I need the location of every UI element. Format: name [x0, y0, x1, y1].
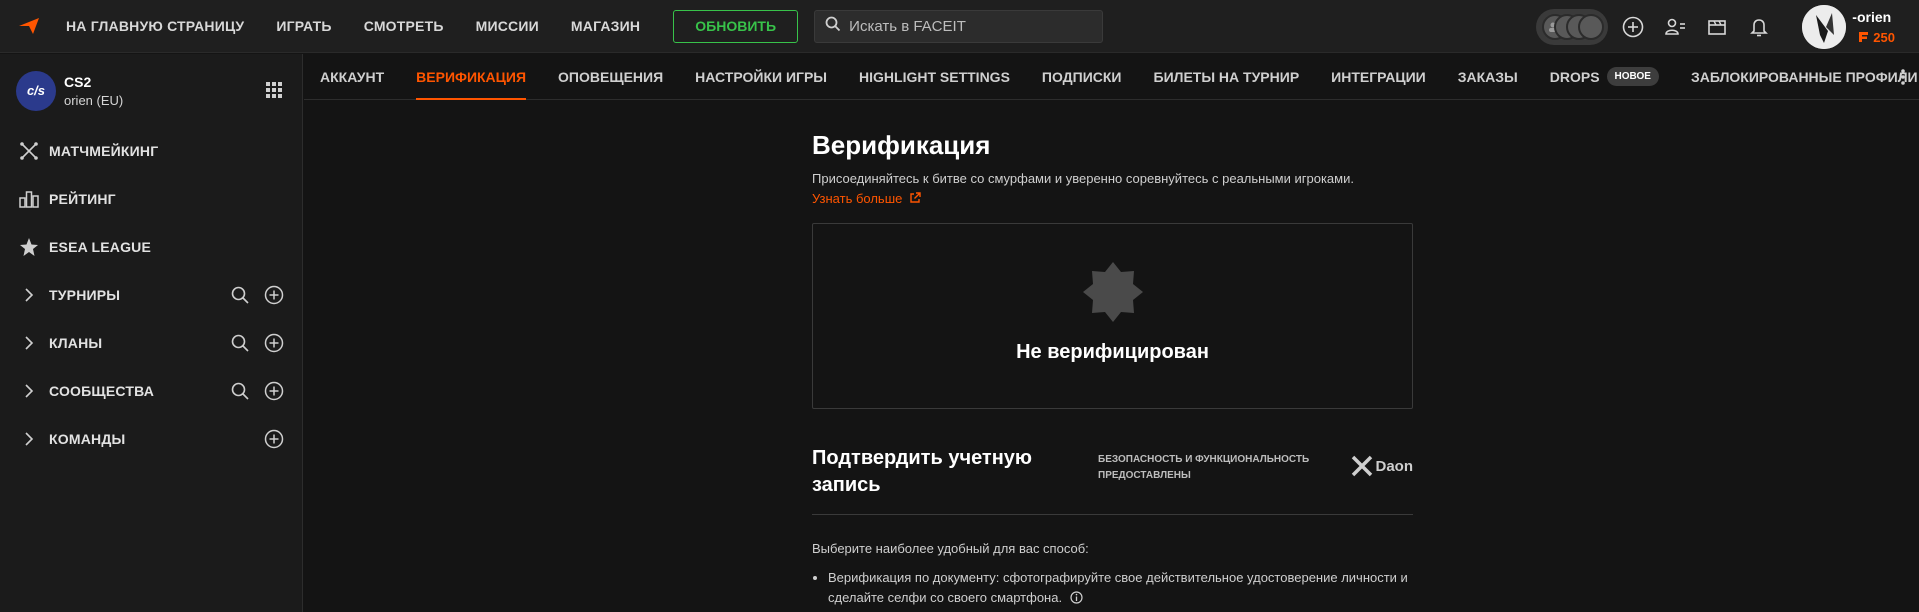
chevron-right-icon — [17, 331, 41, 355]
avatar[interactable] — [1802, 4, 1847, 49]
tab-integrations[interactable]: ИНТЕГРАЦИИ — [1331, 54, 1426, 100]
add-icon[interactable] — [262, 379, 286, 403]
search-input[interactable] — [849, 17, 1090, 35]
tab-orders[interactable]: ЗАКАЗЫ — [1458, 54, 1518, 100]
tab-drops-label: DROPS — [1549, 68, 1600, 85]
bell-icon[interactable] — [1742, 9, 1776, 45]
chevron-right-icon — [17, 427, 41, 451]
sidebar-item-label: ТУРНИРЫ — [49, 287, 121, 303]
page-subtitle: Присоединяйтесь к битве со смурфами и ув… — [812, 169, 1372, 209]
confirm-account-title: Подтвердить учетную запись — [812, 447, 1032, 496]
add-icon[interactable] — [262, 427, 286, 451]
more-vertical-icon[interactable] — [1895, 66, 1911, 88]
list-item: Верификация по документу: сфотографируйт… — [828, 568, 1413, 608]
method-list: Верификация по документу: сфотографируйт… — [812, 568, 1413, 608]
add-icon[interactable] — [1616, 9, 1650, 45]
chevron-right-icon — [17, 283, 41, 307]
points-balance: 250 — [1858, 30, 1895, 45]
learn-more-link[interactable]: Узнать больше — [812, 191, 921, 206]
search-icon — [825, 16, 841, 37]
confirm-account-header: Подтвердить учетную запись БЕЗОПАСНОСТЬ … — [812, 445, 1413, 515]
points-value: 250 — [1873, 29, 1895, 45]
sidebar-item-esea[interactable]: ESEA LEAGUE — [0, 223, 302, 271]
tab-verification[interactable]: ВЕРИФИКАЦИЯ — [416, 54, 526, 100]
verification-status-text: Не верифицирован — [1016, 341, 1209, 363]
apps-grid-icon[interactable] — [266, 82, 282, 103]
sidebar-item-communities[interactable]: СООБЩЕСТВА — [0, 367, 302, 415]
page-title: Верификация — [812, 130, 991, 160]
tab-tournament-tickets[interactable]: БИЛЕТЫ НА ТУРНИР — [1154, 54, 1300, 100]
esea-star-icon — [17, 235, 41, 259]
game-region: orien (EU) — [64, 92, 124, 108]
sidebar-item-matchmaking[interactable]: МАТЧМЕЙКИНГ — [0, 127, 302, 175]
search-icon[interactable] — [228, 331, 252, 355]
sidebar-item-label: СООБЩЕСТВА — [49, 383, 155, 399]
faceit-points-icon — [1859, 32, 1869, 42]
game-name: CS2 — [64, 73, 92, 90]
sidebar-item-tournaments[interactable]: ТУРНИРЫ — [0, 271, 302, 319]
add-icon[interactable] — [262, 283, 286, 307]
subtitle-text: Присоединяйтесь к битве со смурфами и ув… — [812, 171, 1354, 186]
unverified-badge-icon — [1081, 260, 1145, 329]
external-link-icon — [910, 192, 921, 203]
party-slot-icon — [1578, 13, 1605, 40]
party-slots[interactable] — [1536, 8, 1609, 45]
method-document-text: Верификация по документу: сфотографируйт… — [828, 570, 1408, 605]
sidebar-item-label: РЕЙТИНГ — [49, 191, 116, 207]
nav-play-link[interactable]: ИГРАТЬ — [276, 18, 331, 34]
nav-home-link[interactable]: НА ГЛАВНУЮ СТРАНИЦУ — [66, 18, 244, 34]
search-icon[interactable] — [228, 283, 252, 307]
tab-game-settings[interactable]: НАСТРОЙКИ ИГРЫ — [695, 54, 827, 100]
daon-logo: Daon — [1351, 455, 1414, 477]
sidebar: c/s CS2 orien (EU) МАТЧМЕЙКИНГ РЕЙТИНГ E… — [0, 54, 303, 612]
cs2-logo: c/s — [16, 70, 56, 111]
sidebar-item-ranking[interactable]: РЕЙТИНГ — [0, 175, 302, 223]
daon-name: Daon — [1375, 457, 1414, 475]
sidebar-item-teams[interactable]: КОМАНДЫ — [0, 415, 302, 463]
tab-account[interactable]: АККАУНТ — [320, 54, 384, 100]
nav-watch-link[interactable]: СМОТРЕТЬ — [364, 18, 444, 34]
method-intro-text: Выберите наиболее удобный для вас способ… — [812, 541, 1089, 556]
sidebar-item-label: КОМАНДЫ — [49, 431, 126, 447]
settings-tabs: АККАУНТ ВЕРИФИКАЦИЯ ОПОВЕЩЕНИЯ НАСТРОЙКИ… — [304, 54, 1919, 100]
nav-missions-link[interactable]: МИССИИ — [476, 18, 539, 34]
chevron-right-icon — [17, 379, 41, 403]
friends-icon[interactable] — [1658, 9, 1692, 45]
user-info[interactable]: -orien 250 — [1852, 9, 1895, 45]
info-icon[interactable] — [1070, 591, 1083, 604]
upgrade-button[interactable]: ОБНОВИТЬ — [673, 9, 799, 43]
tab-drops[interactable]: DROPS НОВОЕ — [1550, 54, 1659, 100]
daon-x-icon — [1351, 455, 1372, 477]
verification-status-card: Не верифицирован — [812, 223, 1413, 409]
ranking-icon — [17, 187, 41, 211]
tab-highlight-settings[interactable]: HIGHLIGHT SETTINGS — [859, 54, 1010, 100]
matchmaking-icon — [17, 139, 41, 163]
learn-more-label: Узнать больше — [812, 191, 903, 206]
sidebar-item-label: ESEA LEAGUE — [49, 239, 152, 255]
faceit-logo-icon[interactable] — [14, 11, 44, 41]
sidebar-item-label: КЛАНЫ — [49, 335, 103, 351]
tab-notifications[interactable]: ОПОВЕЩЕНИЯ — [558, 54, 663, 100]
security-provided-text: БЕЗОПАСНОСТЬ И ФУНКЦИОНАЛЬНОСТЬ ПРЕДОСТА… — [1098, 454, 1310, 481]
add-icon[interactable] — [262, 331, 286, 355]
verification-panel: Верификация Присоединяйтесь к битве со с… — [812, 130, 1413, 608]
top-navigation: НА ГЛАВНУЮ СТРАНИЦУ ИГРАТЬ СМОТРЕТЬ МИСС… — [0, 0, 1919, 53]
search-icon[interactable] — [228, 379, 252, 403]
game-header[interactable]: c/s CS2 orien (EU) — [0, 54, 302, 127]
nav-shop-link[interactable]: МАГАЗИН — [571, 18, 640, 34]
sidebar-item-clans[interactable]: КЛАНЫ — [0, 319, 302, 367]
tab-blocked-profiles[interactable]: ЗАБЛОКИРОВАННЫЕ ПРОФИЛИ — [1691, 54, 1918, 100]
search-box[interactable] — [814, 9, 1104, 43]
clapperboard-icon[interactable] — [1700, 9, 1734, 45]
new-badge: НОВОЕ — [1606, 67, 1659, 86]
user-tools: -orien 250 — [1536, 0, 1919, 53]
sidebar-item-label: МАТЧМЕЙКИНГ — [49, 143, 159, 159]
tab-subscriptions[interactable]: ПОДПИСКИ — [1042, 54, 1122, 100]
username: -orien — [1852, 8, 1892, 25]
